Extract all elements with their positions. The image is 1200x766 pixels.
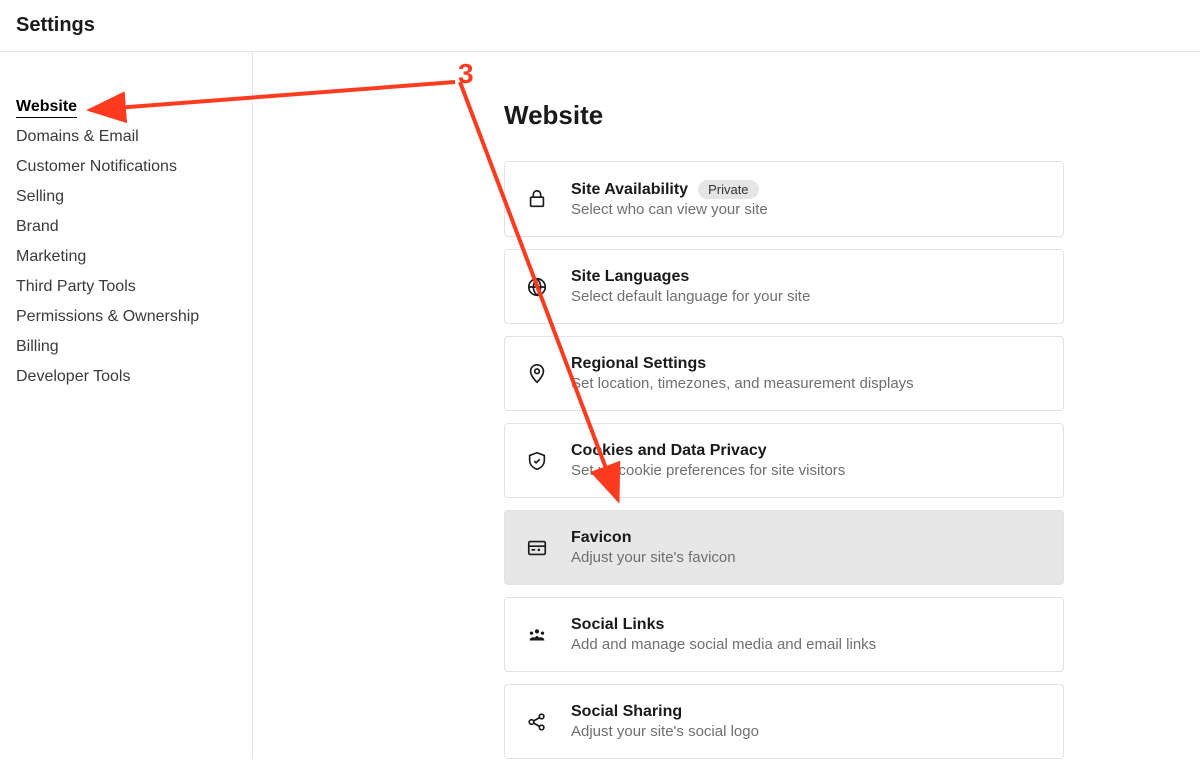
header: Settings [0,0,1200,52]
card-title: Regional Settings [571,355,1043,373]
sidebar-item-label: Website [16,98,77,118]
card-desc: Adjust your site's social logo [571,723,1043,740]
favicon-icon [525,536,549,560]
card-title: Site Availability [571,181,688,199]
card-body: Social Sharing Adjust your site's social… [571,703,1043,740]
card-body: Favicon Adjust your site's favicon [571,529,1043,566]
card-body: Social Links Add and manage social media… [571,616,1043,653]
card-desc: Select who can view your site [571,201,1043,218]
share-icon [525,710,549,734]
sidebar-item-label: Third Party Tools [16,278,136,295]
card-body: Site Availability Private Select who can… [571,180,1043,218]
sidebar-item-label: Billing [16,338,59,355]
sidebar-item-developer-tools[interactable]: Developer Tools [16,362,236,392]
card-title: Social Links [571,616,1043,634]
sidebar-item-website[interactable]: Website [16,92,236,122]
card-social-links[interactable]: Social Links Add and manage social media… [504,597,1064,672]
sidebar-item-domains-email[interactable]: Domains & Email [16,122,236,152]
sidebar-item-customer-notifications[interactable]: Customer Notifications [16,152,236,182]
people-icon [525,623,549,647]
sidebar-item-label: Domains & Email [16,128,139,145]
card-desc: Add and manage social media and email li… [571,636,1043,653]
page-title: Settings [16,14,1184,37]
sidebar-item-brand[interactable]: Brand [16,212,236,242]
sidebar-item-billing[interactable]: Billing [16,332,236,362]
sidebar-item-permissions-ownership[interactable]: Permissions & Ownership [16,302,236,332]
globe-icon [525,275,549,299]
sidebar-item-label: Marketing [16,248,86,265]
shield-check-icon [525,449,549,473]
sidebar: Website Domains & Email Customer Notific… [0,52,253,759]
sidebar-item-third-party-tools[interactable]: Third Party Tools [16,272,236,302]
main-inner: Website Site Availability Private Select… [504,100,1064,759]
card-body: Cookies and Data Privacy Set up cookie p… [571,442,1043,479]
lock-icon [525,187,549,211]
sidebar-item-marketing[interactable]: Marketing [16,242,236,272]
card-site-languages[interactable]: Site Languages Select default language f… [504,249,1064,324]
card-desc: Set up cookie preferences for site visit… [571,462,1043,479]
card-desc: Select default language for your site [571,288,1043,305]
card-site-availability[interactable]: Site Availability Private Select who can… [504,161,1064,237]
card-desc: Set location, timezones, and measurement… [571,375,1043,392]
sidebar-item-selling[interactable]: Selling [16,182,236,212]
sidebar-item-label: Selling [16,188,64,205]
section-title: Website [504,100,1064,131]
card-favicon[interactable]: Favicon Adjust your site's favicon [504,510,1064,585]
card-cookies-data-privacy[interactable]: Cookies and Data Privacy Set up cookie p… [504,423,1064,498]
card-desc: Adjust your site's favicon [571,549,1043,566]
sidebar-item-label: Permissions & Ownership [16,308,199,325]
sidebar-item-label: Brand [16,218,59,235]
card-title: Favicon [571,529,1043,547]
card-body: Site Languages Select default language f… [571,268,1043,305]
main: Website Site Availability Private Select… [253,52,1200,759]
card-title-row: Site Availability Private [571,180,1043,199]
body: Website Domains & Email Customer Notific… [0,52,1200,759]
card-title: Cookies and Data Privacy [571,442,1043,460]
card-title: Social Sharing [571,703,1043,721]
sidebar-item-label: Customer Notifications [16,158,177,175]
card-social-sharing[interactable]: Social Sharing Adjust your site's social… [504,684,1064,759]
card-body: Regional Settings Set location, timezone… [571,355,1043,392]
card-regional-settings[interactable]: Regional Settings Set location, timezone… [504,336,1064,411]
pin-icon [525,362,549,386]
status-badge: Private [698,180,758,199]
card-title: Site Languages [571,268,1043,286]
sidebar-item-label: Developer Tools [16,368,130,385]
